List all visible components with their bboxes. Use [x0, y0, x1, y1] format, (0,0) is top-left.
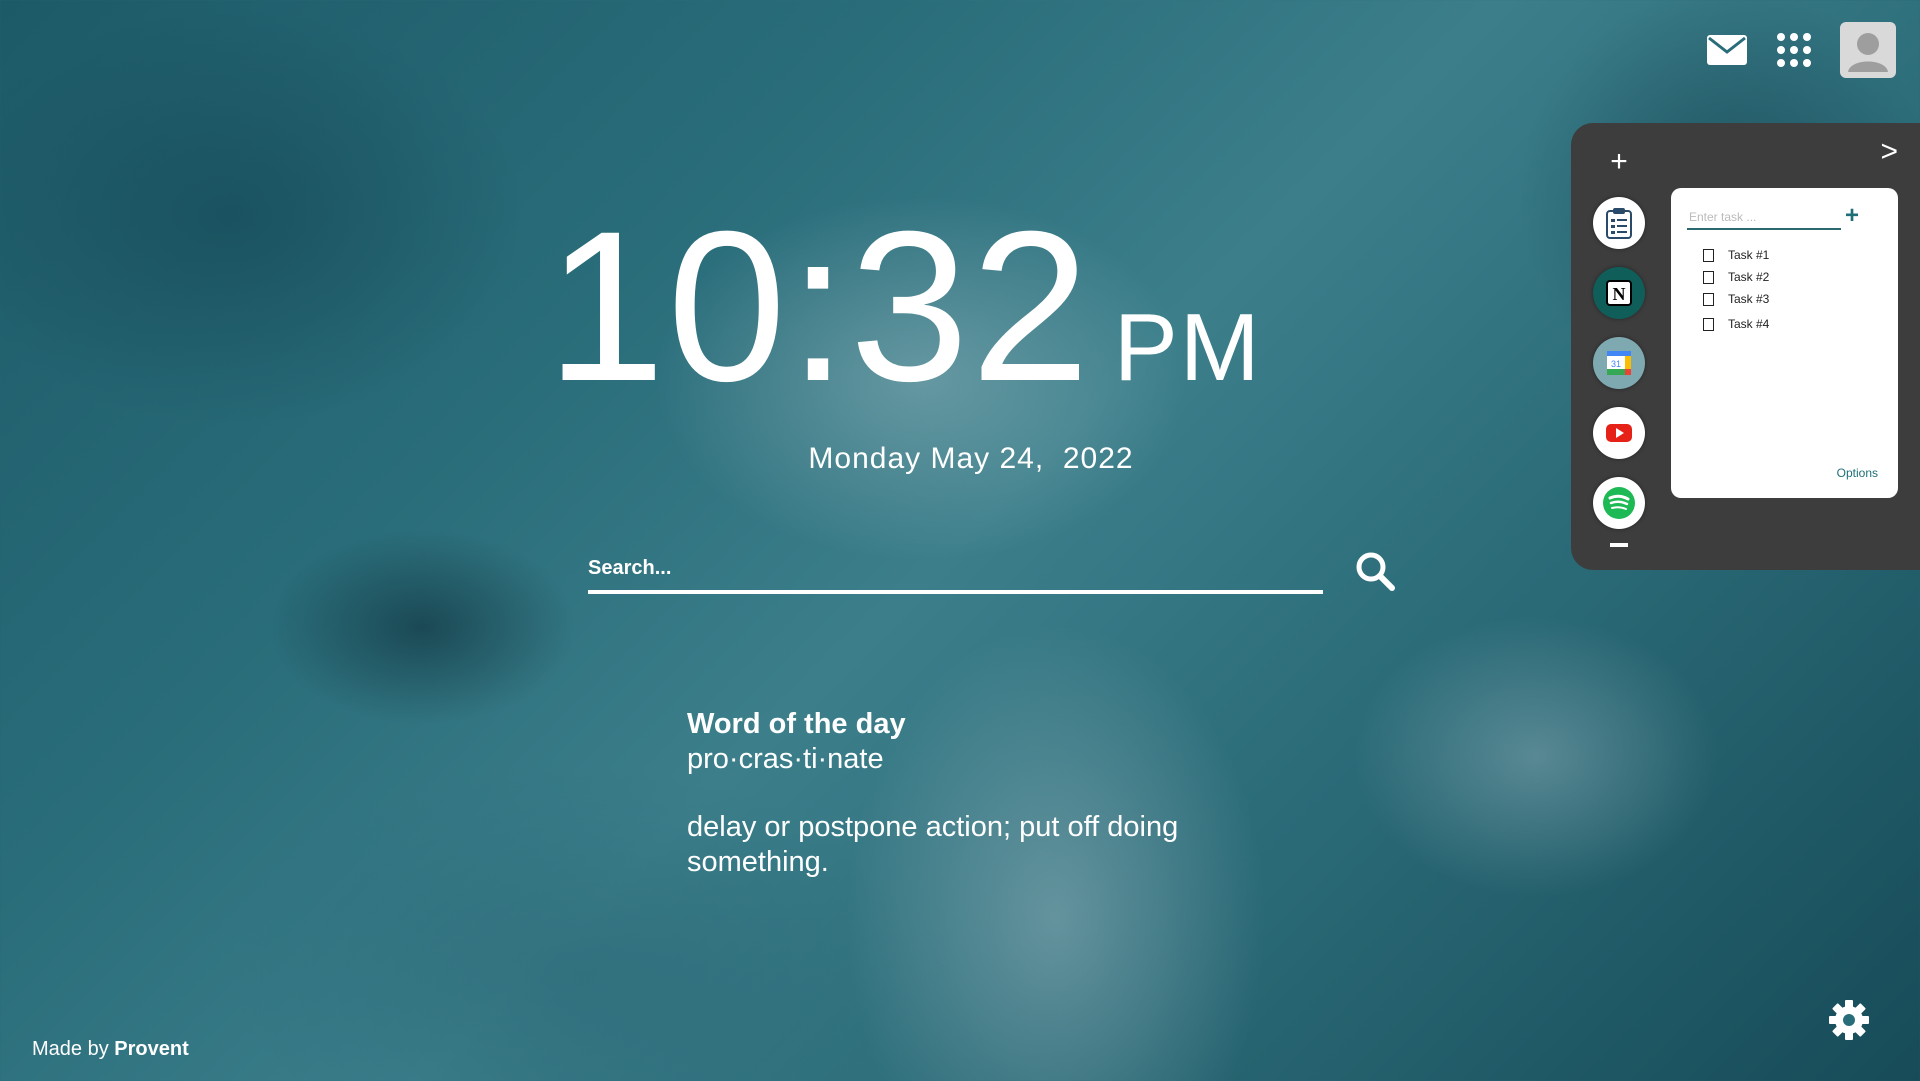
add-app-button[interactable]: +: [1610, 145, 1628, 179]
apps-grid-icon[interactable]: [1776, 32, 1812, 68]
search-input[interactable]: [588, 546, 1323, 594]
footer-prefix: Made by: [32, 1038, 109, 1060]
task-item: Task #1: [1703, 244, 1769, 266]
word-of-the-day-word: pro·cras·ti·nate: [687, 743, 884, 775]
task-list-card: + Task #1 Task #2 Task #3 Task #4 Option…: [1671, 188, 1898, 498]
youtube-icon[interactable]: [1593, 407, 1645, 459]
add-task-button[interactable]: +: [1845, 202, 1859, 230]
task-label: Task #4: [1728, 317, 1770, 331]
task-label: Task #2: [1728, 270, 1770, 284]
top-right-toolbar: [1706, 22, 1896, 78]
task-checkbox[interactable]: [1703, 317, 1714, 331]
word-of-the-day-definition: delay or postpone action; put off doing …: [687, 811, 1179, 878]
panel-collapse-button[interactable]: >: [1880, 135, 1898, 169]
task-input[interactable]: [1687, 208, 1841, 230]
clock-time: 10:32: [546, 187, 1092, 426]
footer-credit: Made by Provent: [32, 1038, 189, 1061]
side-panel: > + N 31 Enter task ... + Task #1 Task #…: [1571, 123, 1920, 570]
task-checkbox[interactable]: [1703, 292, 1714, 306]
word-of-the-day: Word of the day pro·cras·ti·nate delay o…: [687, 708, 1247, 880]
task-options-link[interactable]: Options: [1837, 466, 1878, 480]
svg-text:N: N: [1613, 284, 1626, 304]
google-calendar-icon[interactable]: 31: [1593, 337, 1645, 389]
footer-brand[interactable]: Provent: [114, 1038, 188, 1060]
notion-icon[interactable]: N: [1593, 267, 1645, 319]
spotify-icon[interactable]: [1593, 477, 1645, 529]
task-item: Task #2: [1703, 266, 1769, 288]
remove-app-button[interactable]: [1610, 543, 1628, 547]
task-list: Task #1 Task #2 Task #3 Task #4: [1703, 244, 1769, 335]
gear-icon[interactable]: [1828, 999, 1870, 1041]
search-bar: [588, 546, 1323, 594]
task-label: Task #3: [1728, 292, 1770, 306]
search-icon[interactable]: [1354, 550, 1396, 592]
svg-text:31: 31: [1611, 359, 1621, 369]
task-item: Task #3: [1703, 288, 1769, 310]
word-of-the-day-title: Word of the day: [687, 708, 906, 740]
task-checkbox[interactable]: [1703, 270, 1714, 284]
task-item: Task #4: [1703, 313, 1769, 335]
clipboard-tasks-icon[interactable]: [1593, 197, 1645, 249]
app-shortcuts: + N 31: [1593, 145, 1645, 547]
mail-icon[interactable]: [1706, 34, 1748, 66]
user-avatar-icon[interactable]: [1840, 22, 1896, 78]
clock-ampm: PM: [1113, 294, 1262, 401]
task-checkbox[interactable]: [1703, 248, 1714, 262]
task-label: Task #1: [1728, 248, 1770, 262]
